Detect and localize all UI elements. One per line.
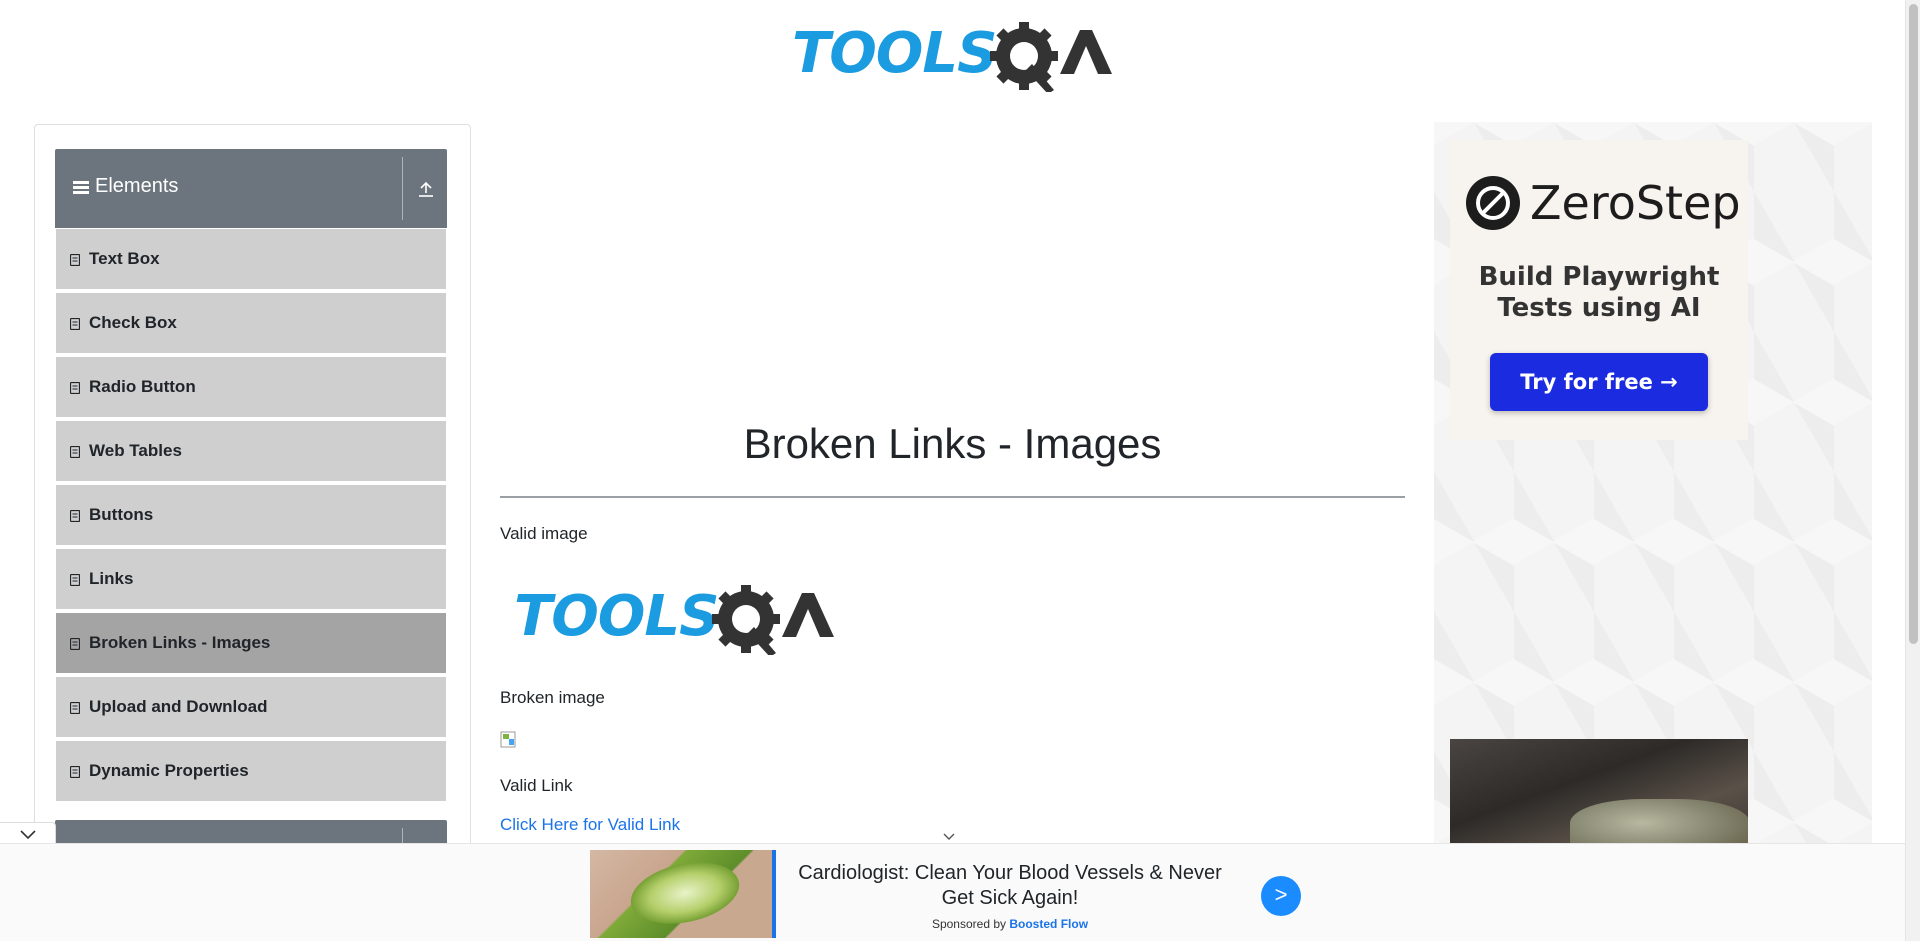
- page-title: Broken Links - Images: [743, 420, 1162, 467]
- toolsqa-logo[interactable]: TOOLS: [792, 12, 1117, 92]
- bottom-ad-headline[interactable]: Cardiologist: Clean Your Blood Vessels &…: [790, 861, 1230, 911]
- valid-link-label: Valid Link: [500, 776, 573, 795]
- melon-photo: [625, 853, 745, 933]
- zerostep-tagline: Build Playwright Tests using AI: [1478, 262, 1720, 323]
- title-divider: [500, 496, 1405, 498]
- broken-image-icon: [500, 731, 516, 748]
- zerostep-brand: ZeroStep: [1530, 176, 1741, 230]
- photo-ad-image: [1570, 799, 1748, 849]
- sidebar-item-label: Buttons: [89, 505, 154, 524]
- valid-image: TOOLS: [514, 584, 834, 655]
- collapse-icon[interactable]: [416, 179, 436, 199]
- list-item-icon: [70, 702, 80, 714]
- scrollbar-thumb[interactable]: [1909, 4, 1918, 644]
- list-item-icon: [70, 766, 80, 778]
- bottom-ad-image[interactable]: [590, 850, 772, 938]
- site-header: TOOLS: [0, 0, 1905, 100]
- sidebar-item-web-tables[interactable]: Web Tables: [56, 421, 446, 483]
- sidebar-item-text-box[interactable]: Text Box: [56, 229, 446, 291]
- svg-text:TOOLS: TOOLS: [792, 21, 996, 86]
- bottom-ad-go-button[interactable]: >: [1261, 876, 1301, 916]
- sidebar-item-links[interactable]: Links: [56, 549, 446, 611]
- elements-menu: Text Box Check Box Radio Button Web Tabl…: [56, 229, 446, 805]
- elements-group-header[interactable]: Elements: [55, 149, 447, 228]
- list-item-icon: [70, 382, 80, 394]
- sidebar-item-buttons[interactable]: Buttons: [56, 485, 446, 547]
- sidebar-item-radio-button[interactable]: Radio Button: [56, 357, 446, 419]
- sponsored-prefix: Sponsored by: [931, 917, 1007, 931]
- sidebar-item-label: Upload and Download: [89, 697, 268, 716]
- valid-link[interactable]: Click Here for Valid Link: [500, 815, 680, 835]
- sidebar-item-label: Broken Links - Images: [89, 633, 271, 652]
- sponsor-name[interactable]: Boosted Flow: [1009, 917, 1088, 931]
- svg-text:TOOLS: TOOLS: [514, 584, 718, 649]
- photo-ad[interactable]: [1450, 739, 1748, 849]
- sidebar-item-label: Text Box: [89, 249, 160, 268]
- header-divider: [402, 157, 403, 220]
- sidebar-item-label: Dynamic Properties: [89, 761, 249, 780]
- group-title: Elements: [95, 175, 179, 197]
- try-for-free-button[interactable]: Try for free →: [1490, 353, 1708, 411]
- broken-image-label: Broken image: [500, 688, 605, 707]
- list-item-icon: [70, 510, 80, 522]
- list-item-icon: [70, 254, 80, 266]
- hamburger-icon: [73, 181, 89, 194]
- list-item-icon: [70, 638, 80, 650]
- sidebar-item-upload-and-download[interactable]: Upload and Download: [56, 677, 446, 739]
- list-item-icon: [70, 318, 80, 330]
- sidebar-item-label: Links: [89, 569, 134, 588]
- chevron-down-icon[interactable]: [942, 832, 956, 842]
- sidebar-item-label: Web Tables: [89, 441, 182, 460]
- sidebar-item-dynamic-properties[interactable]: Dynamic Properties: [56, 741, 446, 803]
- sidebar-item-check-box[interactable]: Check Box: [56, 293, 446, 355]
- gear-magnifier-icon: [990, 22, 1058, 92]
- list-item-icon: [70, 446, 80, 458]
- valid-image-label: Valid image: [500, 524, 588, 543]
- bottom-ad-accent: [772, 850, 776, 938]
- sidebar-item-broken-links-images[interactable]: Broken Links - Images: [56, 613, 446, 675]
- sidebar-item-label: Radio Button: [89, 377, 196, 396]
- zerostep-logo-icon: [1466, 176, 1520, 230]
- page-scrollbar[interactable]: [1905, 0, 1920, 941]
- bottom-ad-sponsor-line: Sponsored by Boosted Flow: [790, 917, 1230, 931]
- list-item-icon: [70, 574, 80, 586]
- sidebar-item-label: Check Box: [89, 313, 177, 332]
